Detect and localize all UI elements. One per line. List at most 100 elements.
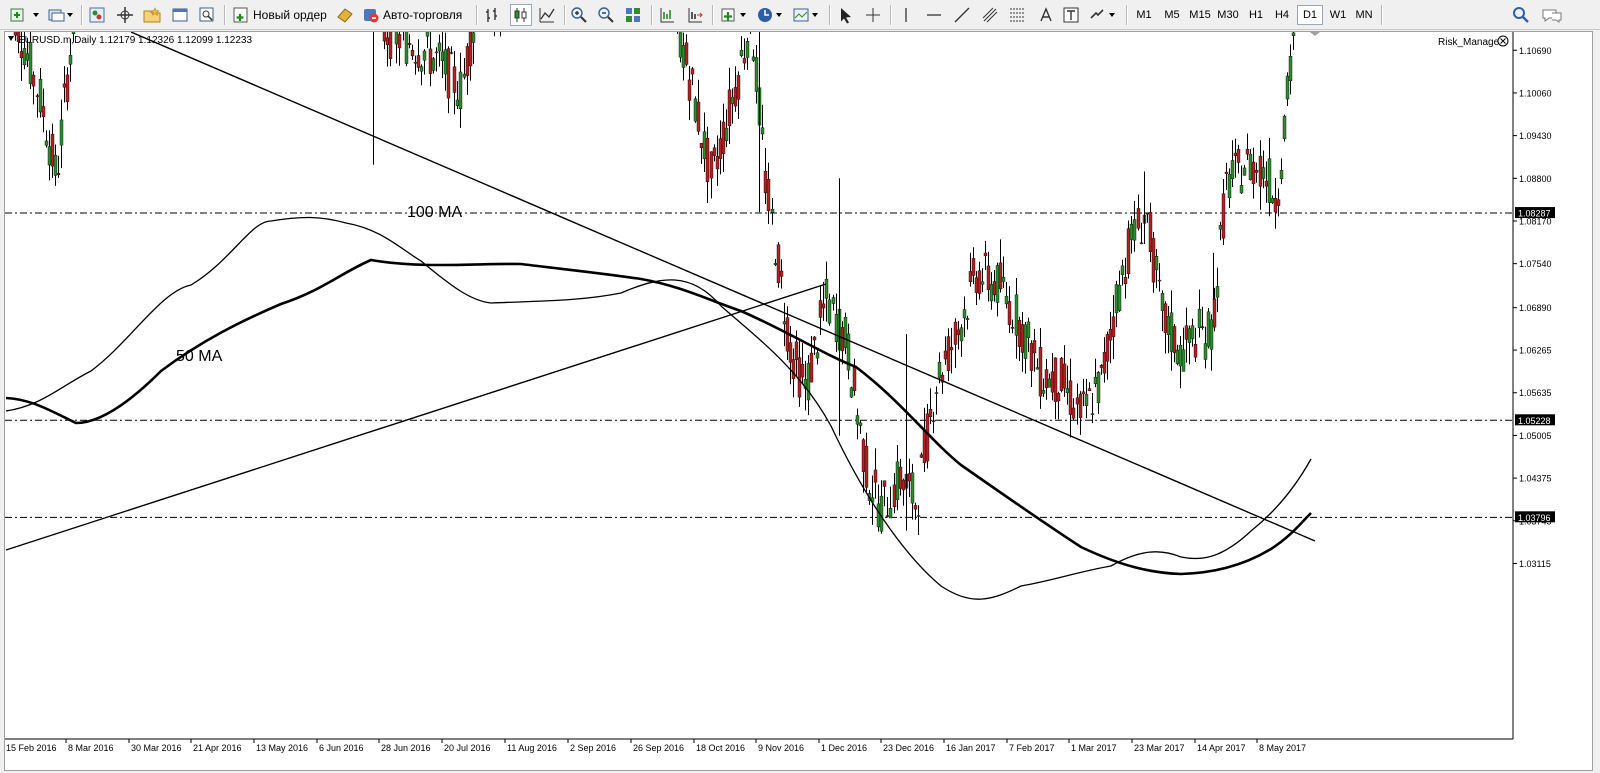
arrows-button[interactable] <box>1089 4 1119 26</box>
date-tick-label: 26 Sep 2016 <box>633 743 684 753</box>
market-watch-button[interactable] <box>88 4 108 26</box>
indicators-button[interactable] <box>720 4 750 26</box>
candle-bearish <box>1276 199 1281 206</box>
candle-bullish <box>1261 167 1266 179</box>
vertical-line-button[interactable] <box>897 4 917 26</box>
price-chart[interactable]: 1.163751.157001.151001.145001.138401.132… <box>5 32 1592 770</box>
date-tick-label: 11 Aug 2016 <box>507 743 557 753</box>
trendline-icon <box>954 7 970 23</box>
crosshair-icon <box>866 8 880 22</box>
price-tick-label: 1.10690 <box>1519 46 1552 56</box>
favorites-button[interactable] <box>143 4 163 26</box>
timeframe-w1-button[interactable]: W1 <box>1325 5 1351 25</box>
candle-bullish <box>702 131 707 159</box>
zoom-out-button[interactable] <box>597 4 617 26</box>
terminal-button[interactable] <box>171 4 191 26</box>
timeframe-m1-button[interactable]: M1 <box>1131 5 1157 25</box>
candle-bullish <box>1270 198 1275 203</box>
text-button[interactable] <box>1036 4 1056 26</box>
ma-50-line[interactable] <box>5 216 1312 600</box>
timeframe-m30-button[interactable]: M30 <box>1215 5 1241 25</box>
date-tick-label: 6 Jun 2016 <box>319 743 364 753</box>
timeframe-mn-button[interactable]: MN <box>1351 5 1377 25</box>
candle-bearish <box>818 300 823 318</box>
crosshair-move-icon <box>117 7 133 23</box>
timeframe-m5-button[interactable]: M5 <box>1159 5 1185 25</box>
candle-bullish <box>1169 312 1174 352</box>
candle-bullish <box>443 49 448 75</box>
candle-bullish <box>827 299 832 324</box>
timeframe-m15-button[interactable]: M15 <box>1187 5 1213 25</box>
candle-bullish <box>888 508 893 519</box>
candle-bullish <box>434 51 439 54</box>
ascending-trendline[interactable] <box>5 283 827 551</box>
candle-bearish <box>898 466 903 489</box>
candle-bullish <box>1114 284 1119 314</box>
auto-scroll-button[interactable] <box>658 4 678 26</box>
candle-bearish <box>922 429 927 464</box>
candle-bullish <box>1218 225 1223 230</box>
candle-bearish <box>763 171 768 194</box>
candle-bearish <box>690 68 695 75</box>
fibonacci-button[interactable] <box>1008 4 1028 26</box>
zoom-in-button[interactable] <box>570 4 590 26</box>
new-chart-button[interactable] <box>8 4 44 26</box>
chart-window[interactable]: 1.163751.157001.151001.145001.138401.132… <box>4 31 1593 771</box>
candle-bearish <box>946 336 951 371</box>
candle-bullish <box>1157 279 1162 282</box>
channel-button[interactable] <box>981 4 1001 26</box>
search-button[interactable] <box>1512 4 1530 26</box>
candle-bullish <box>770 209 775 213</box>
date-tick-label: 20 Jul 2016 <box>444 743 491 753</box>
candle-bullish <box>858 422 863 426</box>
cursor-button[interactable] <box>837 4 857 26</box>
candle-bearish <box>19 51 24 59</box>
candle-bullish <box>422 50 427 61</box>
community-button[interactable] <box>1540 4 1564 26</box>
tile-windows-button[interactable] <box>624 4 644 26</box>
chart-shift-button[interactable] <box>686 4 706 26</box>
templates-button[interactable] <box>792 4 822 26</box>
chart-collapse-icon[interactable] <box>8 36 14 41</box>
chart-shift-marker[interactable] <box>1310 32 1320 36</box>
candle-bullish <box>1166 316 1171 335</box>
chat-bubble-icon <box>1542 9 1562 23</box>
date-tick-label: 1 Mar 2017 <box>1071 743 1117 753</box>
candle-bearish <box>1017 320 1022 347</box>
periods-button[interactable] <box>756 4 786 26</box>
candle-bearish <box>1264 180 1269 187</box>
new-order-button[interactable]: Новый ордер <box>232 4 330 26</box>
candle-bullish <box>693 98 698 122</box>
indicator-close-icon[interactable] <box>1497 35 1509 47</box>
tester-button[interactable] <box>198 4 218 26</box>
candle-bearish <box>35 95 40 97</box>
candle-bearish <box>1254 170 1259 173</box>
magnifier-window-icon <box>199 7 214 22</box>
text-label-button[interactable] <box>1062 4 1082 26</box>
candle-bullish <box>1187 328 1192 343</box>
timeframe-h4-button[interactable]: H4 <box>1269 5 1295 25</box>
navigator-button[interactable] <box>116 4 136 26</box>
price-level-label: 1.03796 <box>1518 513 1551 523</box>
price-tick-label: 1.08800 <box>1519 174 1552 184</box>
candle-bullish <box>745 41 750 58</box>
date-tick-label: 28 Jun 2016 <box>381 743 431 753</box>
trendline-button[interactable] <box>953 4 973 26</box>
candlestick-button[interactable] <box>510 4 532 26</box>
horizontal-line-button[interactable] <box>925 4 945 26</box>
candle-bearish <box>943 350 948 360</box>
candle-bearish <box>788 342 793 363</box>
candle-bearish <box>800 363 805 378</box>
timeframe-d1-button[interactable]: D1 <box>1297 5 1323 25</box>
crosshair-button[interactable] <box>864 4 884 26</box>
metaeditor-button[interactable] <box>336 4 356 26</box>
candle-bullish <box>38 79 43 113</box>
bar-chart-button[interactable] <box>483 4 503 26</box>
candle-bullish <box>1285 75 1290 100</box>
candle-bullish <box>59 119 64 146</box>
timeframe-h1-button[interactable]: H1 <box>1243 5 1269 25</box>
candle-bullish <box>455 99 460 107</box>
auto-trading-button[interactable]: Авто-торговля <box>362 4 470 26</box>
profiles-button[interactable] <box>46 4 76 26</box>
line-chart-button[interactable] <box>538 4 558 26</box>
